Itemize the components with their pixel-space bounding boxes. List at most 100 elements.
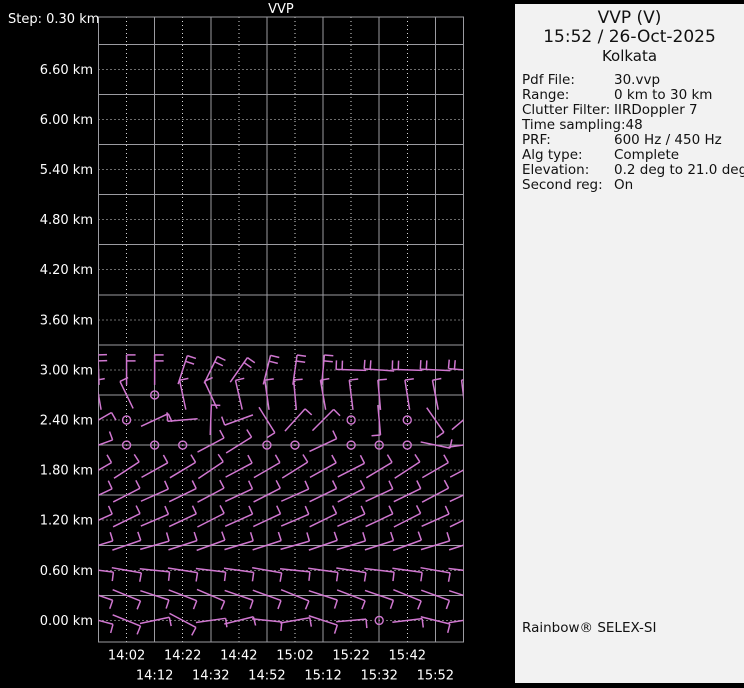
vvp-wind-profile-chart: VVP Step: 0.30 km 6.60 km 6.00 km 5.40 km 4.8… — [8, 2, 464, 684]
wind-barb — [336, 589, 366, 610]
panel-site-name: Kolkata — [601, 47, 658, 65]
wind-barb — [112, 479, 141, 503]
y-axis-label: 4.80 km — [40, 213, 93, 228]
wind-barb — [420, 439, 453, 449]
y-axis-label: 2.40 km — [40, 414, 93, 429]
field-value: Complete — [614, 147, 680, 163]
field-label: Pdf File: — [522, 72, 575, 88]
field-value: 600 Hz / 450 Hz — [614, 132, 722, 148]
wind-barb — [224, 505, 254, 527]
wind-barb — [168, 531, 198, 551]
wind-barb — [264, 378, 274, 410]
y-axis-label: 3.00 km — [40, 363, 93, 378]
plot-axis-labels: VVP Step: 0.30 km 6.60 km 6.00 km 5.40 km 4.8… — [8, 2, 454, 684]
field-label: Alg type: — [522, 147, 583, 163]
y-axis-label: 1.80 km — [40, 464, 93, 479]
field-label: PRF: — [522, 132, 551, 148]
panel-field-list: Pdf File: 30.vvp Range: 0 km to 30 km Cl… — [515, 73, 744, 193]
x-axis-label: 15:52 — [417, 669, 454, 684]
panel-field-prf: PRF: 600 Hz / 450 Hz — [522, 133, 741, 148]
panel-field-second-reg: Second reg: On — [522, 178, 741, 193]
y-axis-label: 0.60 km — [40, 564, 93, 579]
y-axis-label: 3.60 km — [40, 313, 93, 328]
wind-barb — [169, 612, 197, 636]
wind-barb — [280, 480, 310, 502]
wind-barb — [111, 566, 143, 582]
wind-barb — [431, 377, 442, 410]
x-axis-label: 15:32 — [360, 669, 397, 684]
field-value: 30.vvp — [614, 72, 661, 88]
wind-barb — [178, 377, 189, 410]
x-axis-label: 14:32 — [192, 669, 229, 684]
x-axis-label: 14:02 — [108, 649, 145, 664]
wind-barb — [224, 616, 257, 626]
wind-barb — [98, 377, 105, 410]
wind-barb — [392, 567, 423, 582]
plot-grid — [97, 16, 464, 643]
wind-barb — [169, 454, 197, 479]
wind-barb — [279, 567, 311, 581]
x-axis-label: 14:12 — [136, 669, 173, 684]
y-axis-label: 5.40 km — [40, 163, 93, 178]
wind-barb — [112, 531, 142, 551]
panel-field-time-sampling: Time sampling: 48 — [522, 118, 741, 133]
panel-datetime: 15:52 / 26-Oct-2025 — [543, 27, 716, 47]
wind-barb — [393, 505, 422, 528]
wind-barb — [280, 532, 311, 551]
field-label: Second reg: — [522, 177, 603, 193]
wind-barb — [393, 589, 422, 610]
y-axis-label: 1.20 km — [40, 514, 93, 529]
plot-title: VVP — [268, 2, 294, 17]
wind-barb — [280, 617, 313, 627]
wind-barb — [224, 532, 254, 551]
field-value: 0.2 deg to 21.0 deg — [614, 162, 744, 178]
field-value: IIRDoppler 7 — [614, 102, 698, 118]
wind-barb — [336, 532, 367, 551]
wind-barb — [234, 377, 245, 410]
panel-field-range: Range: 0 km to 30 km — [522, 88, 741, 103]
x-axis-label: 15:22 — [332, 649, 369, 664]
x-axis-label: 14:22 — [164, 649, 201, 664]
wind-barb — [404, 377, 414, 410]
wind-barb — [220, 414, 254, 426]
x-axis-label: 15:42 — [389, 649, 426, 664]
wind-barb — [336, 618, 368, 629]
wind-barb — [448, 619, 464, 624]
field-label: Elevation: — [522, 162, 590, 178]
wind-barb — [224, 480, 254, 503]
wind-barb — [168, 589, 198, 610]
panel-field-alg-type: Alg type: Complete — [522, 148, 741, 163]
field-label: Time sampling: — [522, 117, 626, 133]
wind-barb — [139, 616, 172, 627]
wind-barb — [168, 505, 197, 528]
y-axis-label: 4.20 km — [40, 263, 93, 278]
panel-field-elevation: Elevation: 0.2 deg to 21.0 deg — [522, 162, 744, 178]
panel-field-pdf-file: Pdf File: 30.vvp — [522, 73, 741, 88]
field-label: Clutter Filter: — [522, 102, 611, 118]
wind-barb — [168, 480, 197, 503]
wind-barb — [284, 408, 313, 432]
wind-barb — [451, 419, 464, 431]
wind-barb — [336, 567, 367, 582]
field-label: Range: — [522, 87, 570, 103]
wind-barb — [280, 589, 310, 610]
x-axis-label: 14:52 — [248, 669, 285, 684]
wind-barb — [195, 617, 228, 628]
field-value: 0 km to 30 km — [614, 87, 713, 103]
wind-barb — [393, 480, 422, 503]
wind-barb — [112, 589, 142, 610]
vvp-product-window: VVP Step: 0.30 km 6.60 km 6.00 km 5.40 km 4.8… — [0, 0, 744, 688]
x-axis-label: 14:42 — [220, 649, 257, 664]
field-value: 48 — [625, 117, 643, 133]
info-panel: VVP (V) 15:52 / 26-Oct-2025 Kolkata Pdf … — [515, 4, 744, 683]
field-value: On — [614, 177, 634, 193]
wind-barb — [223, 567, 255, 582]
wind-barb — [167, 567, 199, 582]
y-axis-label: 0.00 km — [40, 614, 93, 629]
wind-barb — [311, 408, 341, 432]
wind-barb — [281, 454, 309, 479]
x-axis-label: 15:02 — [276, 649, 313, 664]
wind-barb — [337, 479, 366, 503]
y-axis-label: 6.60 km — [40, 63, 93, 78]
brand-label: Rainbow® SELEX-SI — [522, 620, 657, 636]
